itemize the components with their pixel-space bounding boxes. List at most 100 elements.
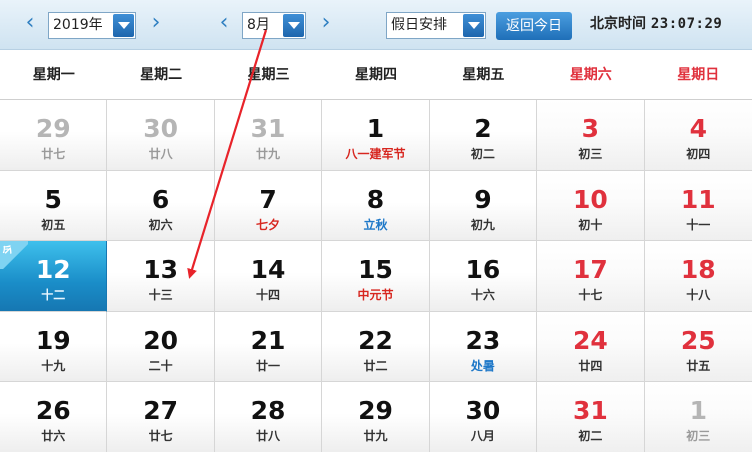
calendar-day-cell[interactable]: 16 十六 [429, 241, 538, 312]
calendar-day-cell[interactable]: 1 初三 [644, 382, 752, 452]
calendar-day-cell[interactable]: 29 廿七 [0, 100, 108, 171]
day-number: 11 [680, 184, 716, 214]
year-select[interactable]: 2019年 [48, 12, 136, 39]
day-number: 16 [465, 255, 501, 285]
calendar-day-cell[interactable]: 17 十七 [537, 241, 645, 312]
day-number: 29 [358, 396, 393, 426]
calendar-day-cell[interactable]: 13 十三 [107, 241, 215, 312]
calendar-day-cell[interactable]: 11 十一 [644, 170, 752, 242]
day-number: 23 [465, 325, 501, 355]
day-number: 17 [572, 255, 608, 285]
next-month-chevron-right-icon[interactable]: › [316, 10, 336, 36]
calendar-day-cell[interactable]: 6 初六 [107, 170, 215, 242]
calendar-day-cell[interactable]: 30 廿八 [107, 100, 215, 171]
calendar-day-cell[interactable]: 2 初二 [429, 100, 538, 171]
calendar-day-cell[interactable]: 27 廿七 [107, 382, 215, 452]
calendar-day-cell[interactable]: 23 处暑 [429, 311, 538, 383]
beijing-clock: 北京时间 23:07:29 [590, 14, 722, 34]
calendar-day-cell[interactable]: 20 二十 [107, 311, 215, 383]
solar-term-label: 立秋 [363, 217, 388, 232]
lunar-date: 廿一 [256, 358, 281, 373]
weekday-wed: 星期三 [247, 67, 290, 83]
calendar-day-cell[interactable]: 21 廿一 [214, 311, 323, 383]
calendar-day-cell[interactable]: 1 八一建军节 [322, 100, 430, 171]
calendar-day-cell[interactable]: 15 中元节 [322, 241, 430, 312]
festival-label: 七夕 [256, 217, 281, 232]
lunar-date: 初十 [578, 217, 603, 232]
calendar-day-cell[interactable]: 31 初二 [537, 382, 645, 452]
lunar-date: 二十 [148, 358, 173, 373]
calendar-day-cell[interactable]: 10 初十 [537, 170, 645, 242]
calendar-day-cell[interactable]: 19 十九 [0, 311, 108, 383]
lunar-date: 廿九 [256, 147, 281, 161]
lunar-date: 廿八 [148, 147, 173, 161]
lunar-date: 十六 [470, 288, 495, 303]
calendar-grid: 29 廿七 30 廿八 31 廿九 1 八一建军节 2 初二 3 初三 4 初四 5 初五 6 初六 7 七夕 8 立秋 9… [0, 99, 752, 452]
calendar-day-cell[interactable]: 26 廿六 [0, 382, 108, 452]
month-dropdown-chevron-down-icon[interactable] [283, 14, 304, 37]
calendar-day-cell[interactable]: 31 廿九 [214, 100, 323, 171]
day-number: 24 [572, 325, 608, 355]
day-number: 2 [474, 114, 492, 143]
day-number: 4 [689, 114, 707, 143]
day-number: 1 [366, 114, 385, 143]
year-dropdown-chevron-down-icon[interactable] [113, 14, 134, 37]
calendar-day-cell[interactable]: 4 初四 [644, 100, 752, 171]
calendar-day-cell[interactable]: 18 十八 [644, 241, 752, 312]
weekday-sun: 星期日 [677, 67, 720, 83]
calendar-day-cell[interactable]: 29 廿九 [322, 382, 430, 452]
prev-year-chevron-left-icon[interactable]: ‹ [20, 10, 40, 36]
holiday-select-value: 假日安排 [391, 17, 447, 33]
day-number: 22 [358, 325, 393, 355]
lunar-date: 初二 [578, 429, 603, 444]
lunar-date: 廿六 [41, 429, 66, 444]
lunar-date: 初四 [686, 147, 711, 161]
lunar-date: 初五 [41, 217, 66, 232]
weekday-mon: 星期一 [32, 67, 75, 83]
calendar-day-cell[interactable]: 8 立秋 [322, 170, 430, 242]
next-year-chevron-right-icon[interactable]: › [146, 10, 166, 36]
solar-term-label: 处暑 [470, 358, 495, 373]
lunar-date: 十九 [41, 358, 66, 373]
calendar-day-cell[interactable]: 24 廿四 [537, 311, 645, 383]
lunar-date: 廿九 [363, 429, 388, 444]
month-select[interactable]: 8月 [242, 12, 306, 39]
weekday-fri: 星期五 [462, 67, 505, 83]
calendar-day-cell[interactable]: 30 八月 [429, 382, 538, 452]
calendar-day-cell[interactable]: 7 七夕 [214, 170, 323, 242]
lunar-date: 廿二 [363, 358, 388, 373]
day-number: 14 [250, 255, 286, 285]
day-number: 19 [35, 325, 71, 355]
day-number: 18 [680, 255, 716, 285]
lunar-date: 十三 [148, 288, 173, 303]
calendar-day-cell[interactable]: 9 初九 [429, 170, 538, 242]
prev-month-chevron-left-icon[interactable]: ‹ [214, 10, 234, 36]
calendar-day-cell-today[interactable]: 今 12 十二 [0, 241, 108, 312]
day-number: 31 [572, 396, 608, 426]
calendar-day-cell[interactable]: 14 十四 [214, 241, 323, 312]
holiday-dropdown-chevron-down-icon[interactable] [463, 14, 484, 37]
day-number: 6 [151, 184, 170, 214]
day-number: 25 [680, 325, 716, 355]
day-number: 8 [366, 184, 385, 214]
lunar-date: 初三 [686, 429, 711, 444]
calendar-day-cell[interactable]: 5 初五 [0, 170, 108, 242]
year-select-value: 2019年 [53, 17, 103, 33]
clock-time: 23:07:29 [650, 16, 723, 32]
day-number: 31 [250, 114, 286, 143]
lunar-date: 十八 [686, 288, 711, 303]
calendar-day-cell[interactable]: 22 廿二 [322, 311, 430, 383]
calendar-day-cell[interactable]: 28 廿八 [214, 382, 323, 452]
weekday-header: 星期一 星期二 星期三 星期四 星期五 星期六 星期日 [0, 51, 752, 99]
day-number: 29 [35, 114, 71, 143]
calendar-toolbar: ‹ 2019年 › ‹ 8月 › 假日安排 返回今日 北京时间 23:07:29 [0, 0, 752, 50]
day-number: 9 [474, 184, 492, 214]
day-number: 5 [44, 184, 62, 214]
lunar-date: 初二 [470, 147, 495, 161]
holiday-select[interactable]: 假日安排 [386, 12, 486, 39]
calendar-day-cell[interactable]: 25 廿五 [644, 311, 752, 383]
day-number: 26 [35, 396, 71, 426]
calendar-day-cell[interactable]: 3 初三 [537, 100, 645, 171]
return-today-button[interactable]: 返回今日 [496, 12, 572, 40]
day-number: 1 [689, 396, 707, 426]
